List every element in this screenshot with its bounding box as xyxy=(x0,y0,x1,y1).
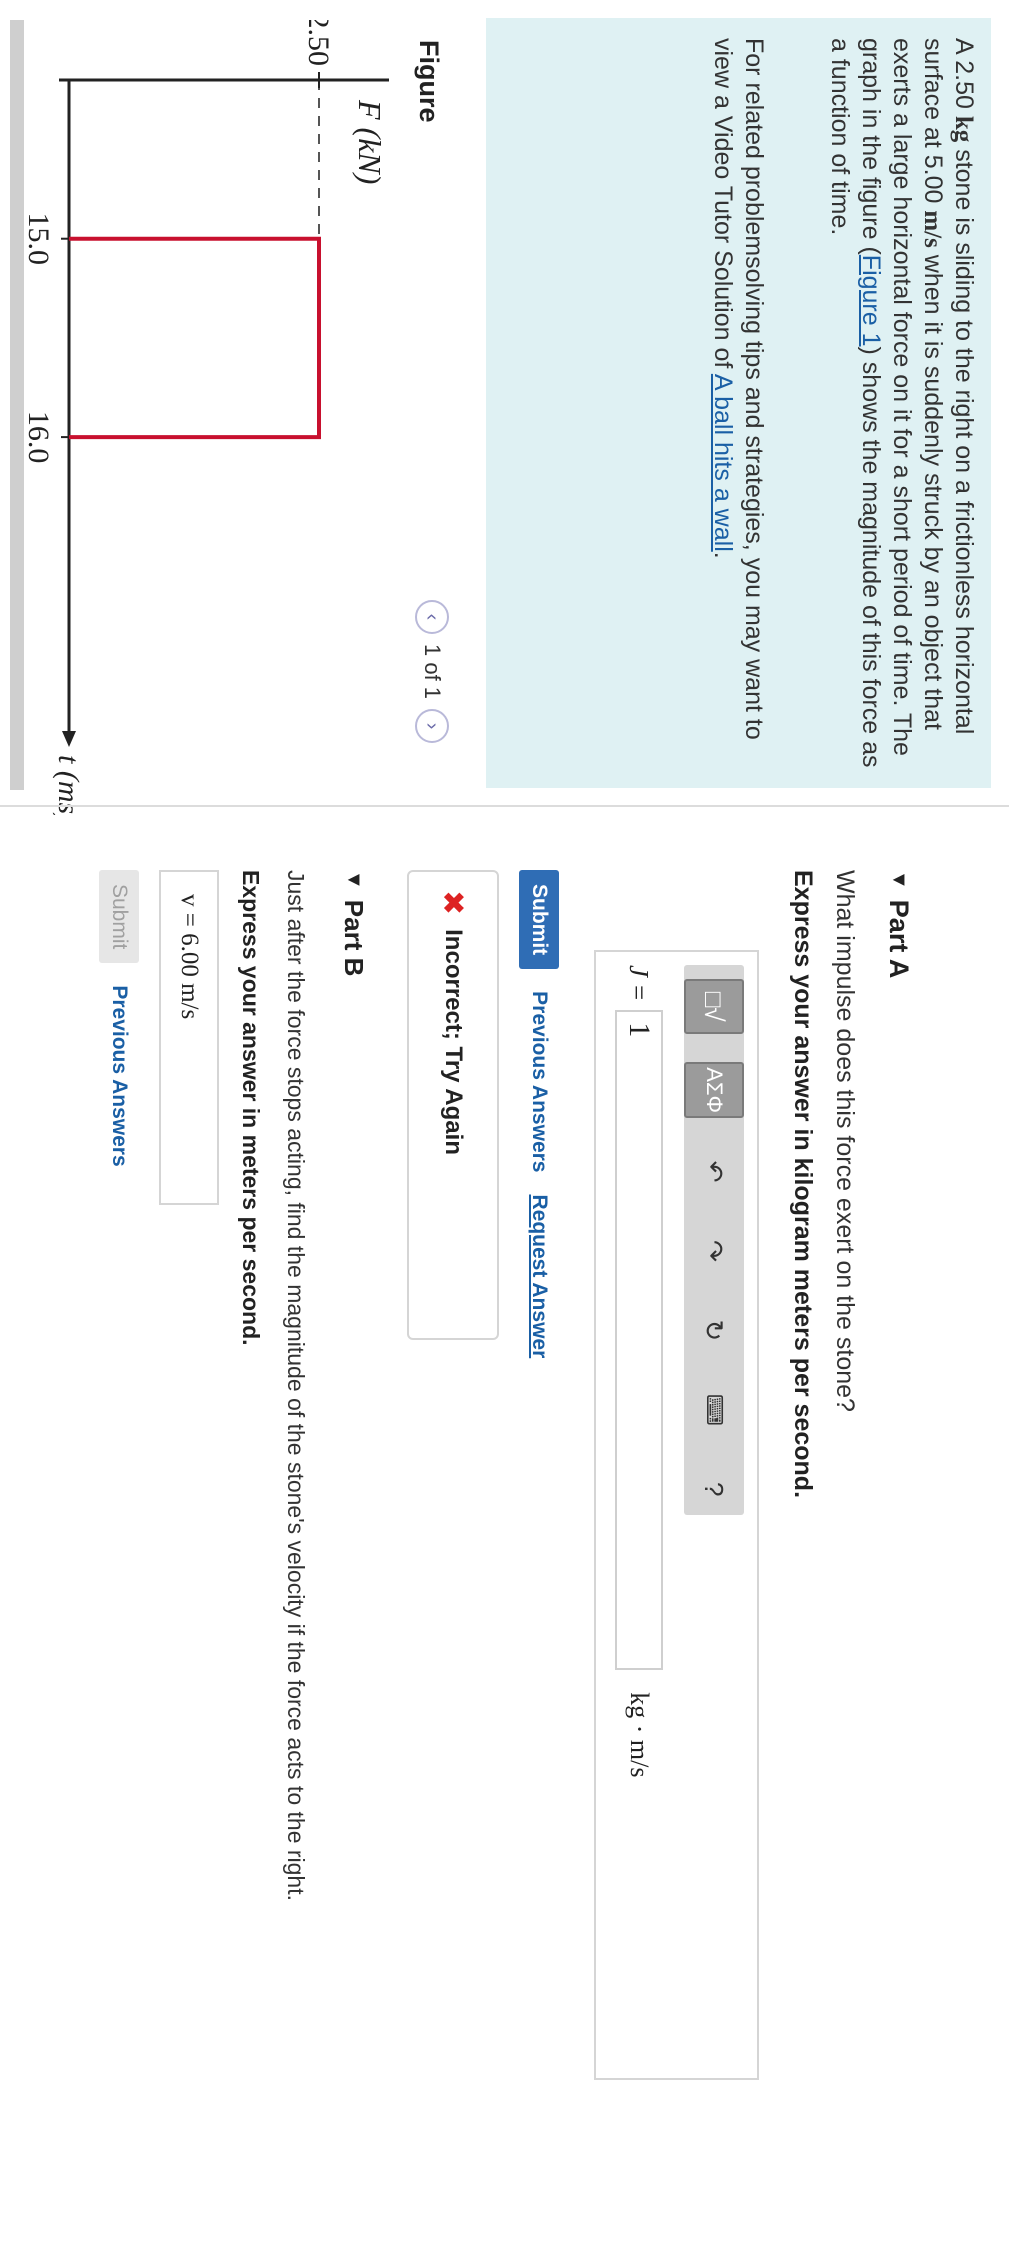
video-tutor-link[interactable]: A ball hits a wall xyxy=(709,374,737,552)
error-x-icon: ✖ xyxy=(436,890,470,916)
part-b-question: Just after the force stops acting, find … xyxy=(283,870,309,1902)
answer-value: 1 xyxy=(623,1022,656,1038)
force-time-graph: 15.016.02.50F (kN)t (ms) xyxy=(22,20,389,815)
unit-label: kg · m/s xyxy=(625,1692,654,1778)
previous-answers-link[interactable]: Previous Answers xyxy=(527,991,551,1172)
x-tick-label: 15.0 xyxy=(22,212,55,265)
collapse-triangle-icon: ▼ xyxy=(888,870,910,890)
figure-link[interactable]: Figure 1 xyxy=(857,255,885,347)
mass-unit: kg xyxy=(950,115,977,143)
templates-icon[interactable]: □√ xyxy=(684,979,744,1035)
chevron-left-icon[interactable]: ‹ xyxy=(415,600,449,634)
part-b-title: Part B xyxy=(339,899,369,977)
y-tick-label: 2.50 xyxy=(302,20,335,66)
answer-row: J = 1 kg · m/s xyxy=(609,965,669,2065)
part-a-header[interactable]: ▼ Part A xyxy=(883,870,914,978)
equals-sign: = xyxy=(624,984,655,1001)
part-b-previous-answers-link[interactable]: Previous Answers xyxy=(107,985,131,1166)
figure-scrollbar[interactable] xyxy=(10,20,24,790)
symbols-button[interactable]: ΑΣΦ xyxy=(684,1062,744,1118)
part-a-title: Part A xyxy=(884,899,914,979)
problem-statement: A 2.50 kg stone is sliding to the right … xyxy=(824,38,979,768)
x-axis-arrow xyxy=(62,731,76,747)
part-b-submit-row: Submit Previous Answers xyxy=(99,870,139,1167)
part-b-submit-button[interactable]: Submit xyxy=(99,870,139,964)
part-a-question: What impulse does this force exert on th… xyxy=(831,870,859,1412)
undo-icon[interactable]: ↶ xyxy=(686,1146,742,1197)
figure-title: Figure xyxy=(414,40,444,123)
force-pulse-series xyxy=(69,236,321,440)
related-end: . xyxy=(709,551,737,559)
answer-input[interactable]: 1 xyxy=(615,1010,663,1671)
chevron-right-icon[interactable]: › xyxy=(415,709,449,744)
part-b-answer-value: v = 6.00 m/s xyxy=(176,894,203,1020)
help-icon[interactable]: ? xyxy=(686,1464,742,1515)
collapse-triangle-icon: ▼ xyxy=(343,870,365,890)
part-b-header[interactable]: ▼ Part B xyxy=(338,870,369,976)
intro-text-a: A 2.50 xyxy=(950,38,978,116)
column-divider xyxy=(0,805,1009,807)
submit-button[interactable]: Submit xyxy=(519,870,559,970)
submit-row: Submit Previous Answers Request Answer xyxy=(519,870,559,1970)
figure-pager: ‹ 1 of 1 › xyxy=(415,600,449,744)
pager-text: 1 of 1 xyxy=(420,644,445,700)
math-toolbar-row: □√ ΑΣΦ ↶ ↷ ↻ ⌨ ? xyxy=(684,965,744,1515)
reset-icon[interactable]: ↻ xyxy=(686,1305,742,1356)
related-tips: For related problemsolving tips and stra… xyxy=(707,38,769,768)
part-b-instruction: Express your answer in meters per second… xyxy=(238,870,264,1346)
part-b-answer-field: v = 6.00 m/s xyxy=(159,870,219,1205)
feedback-text: Incorrect; Try Again xyxy=(440,929,467,1155)
page: A 2.50 kg stone is sliding to the right … xyxy=(0,0,1009,2249)
variable-label: J xyxy=(624,965,655,977)
keyboard-icon[interactable]: ⌨ xyxy=(686,1384,742,1435)
y-axis-label: F (kN) xyxy=(352,99,388,184)
part-a-instruction: Express your answer in kilogram meters p… xyxy=(789,870,817,1499)
x-tick-label: 16.0 xyxy=(22,411,55,464)
redo-icon[interactable]: ↷ xyxy=(686,1225,742,1276)
speed-unit: m/s xyxy=(919,210,946,248)
request-answer-link[interactable]: Request Answer xyxy=(527,1194,551,1358)
feedback-box: ✖ Incorrect; Try Again xyxy=(407,870,499,1340)
